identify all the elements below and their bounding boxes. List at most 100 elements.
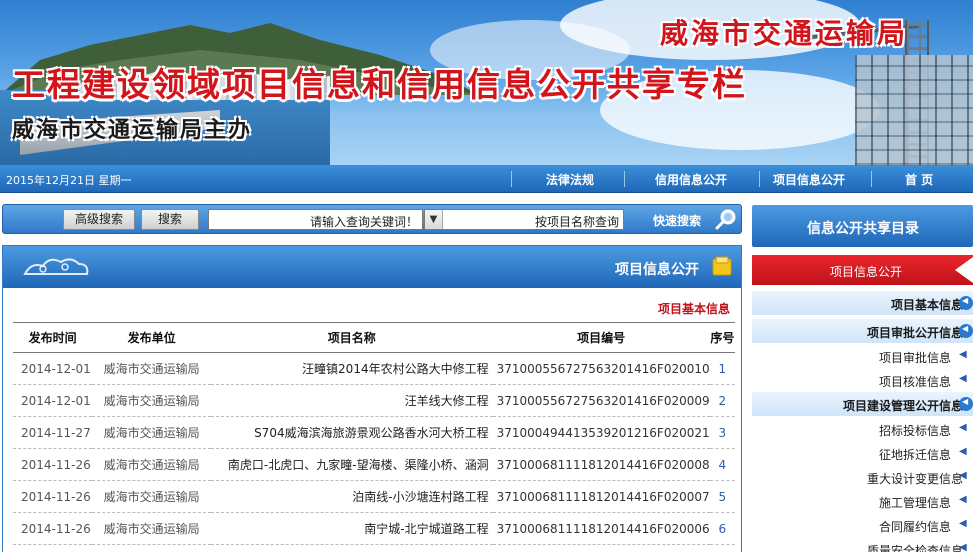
- search-button[interactable]: 搜索: [141, 209, 199, 230]
- triangle-left-icon: ◀: [959, 518, 967, 529]
- agency-name: 威海市交通运输局: [660, 17, 909, 50]
- sidebar-active-item[interactable]: 项目信息公开: [752, 255, 973, 285]
- sidebar-item-design-change[interactable]: 重大设计变更信息 ◀: [752, 465, 973, 489]
- building-illustration: [855, 55, 973, 165]
- quick-search-label: 快速搜索: [653, 214, 702, 228]
- cell-index: 4: [709, 448, 735, 481]
- cell-project-code: 371000494413539201216F020021: [492, 416, 710, 449]
- sidebar-item-contract[interactable]: 合同履约信息 ◀: [752, 513, 973, 537]
- cell-date: 2014-12-01: [13, 352, 93, 385]
- table-row[interactable]: 2014-11-27 威海市交通运输局 S704威海滨海旅游景观公路香水河大桥工程 3…: [13, 416, 735, 449]
- cell-project-code: 371000556727563201416F020010: [492, 352, 710, 385]
- triangle-left-icon: ◀: [959, 349, 967, 360]
- sidebar-category-approval[interactable]: 项目审批公开信息: [752, 319, 973, 343]
- triangle-left-icon: ◀: [959, 494, 967, 505]
- arrow-circle-icon: [959, 296, 973, 310]
- sidebar-category-construction[interactable]: 项目建设管理公开信息: [752, 392, 973, 416]
- cell-unit: 威海市交通运输局: [92, 512, 211, 545]
- table-row[interactable]: 2014-11-26 威海市交通运输局 南宁城-北宁城道路工程 37100068111…: [13, 512, 735, 545]
- sidebar-item-construction-mgmt[interactable]: 施工管理信息 ◀: [752, 489, 973, 513]
- project-table: 发布时间 发布单位 项目名称 项目编号 序号 2014-12-01 威海市交通运输…: [13, 322, 735, 545]
- cell-index: 1: [709, 352, 735, 385]
- nav-divider: [871, 171, 872, 187]
- folder-icon: [712, 256, 732, 276]
- cell-project-name-link[interactable]: S704威海滨海旅游景观公路香水河大桥工程: [210, 416, 493, 449]
- magnifier-icon: [715, 209, 736, 230]
- cell-project-code: 371000556727563201416F020009: [492, 384, 710, 417]
- sidebar-item-label: 项目核准信息: [879, 375, 952, 389]
- cell-index: 6: [709, 512, 735, 545]
- sidebar-category-label: 项目审批公开信息: [866, 326, 963, 340]
- nav-divider: [624, 171, 625, 187]
- cell-project-name-link[interactable]: 南宁城-北宁城道路工程: [210, 512, 493, 545]
- sidebar-item-bidding[interactable]: 招标投标信息 ◀: [752, 417, 973, 441]
- col-header-index: 序号: [709, 322, 735, 353]
- table-row[interactable]: 2014-11-26 威海市交通运输局 南虎口-北虎口、九家疃-望海楼、渠隆小桥、涵…: [13, 448, 735, 481]
- search-input[interactable]: 请输入查询关键词！: [208, 209, 423, 230]
- sidebar-item-approval-info[interactable]: 项目审批信息 ◀: [752, 344, 973, 368]
- nav-home[interactable]: 首 页: [905, 171, 933, 188]
- sidebar-category-basic[interactable]: 项目基本信息: [752, 291, 973, 315]
- cell-unit: 威海市交通运输局: [92, 448, 211, 481]
- search-bar: 高级搜索 搜索 请输入查询关键词！ ▼ 按项目名称查询 快速搜索: [2, 204, 742, 234]
- section-heading: 项目基本信息: [658, 302, 731, 316]
- triangle-left-icon: ◀: [959, 373, 967, 384]
- sidebar-item-quality[interactable]: 质量安全检查信息 ◀: [752, 537, 973, 552]
- sidebar-item-label: 质量安全检查信息: [867, 544, 964, 552]
- col-header-name: 项目名称: [210, 322, 493, 353]
- sidebar-active-label: 项目信息公开: [830, 265, 903, 279]
- col-header-unit: 发布单位: [92, 322, 211, 353]
- triangle-left-icon: ◀: [959, 422, 967, 433]
- sidebar-item-verification-info[interactable]: 项目核准信息 ◀: [752, 368, 973, 392]
- cell-project-name-link[interactable]: 汪疃镇2014年农村公路大中修工程: [210, 352, 493, 385]
- site-host: 威海市交通运输局主办: [12, 117, 253, 143]
- cell-project-name-link[interactable]: 南虎口-北虎口、九家疃-望海楼、渠隆小桥、涵洞: [210, 448, 493, 481]
- table-row[interactable]: 2014-11-26 威海市交通运输局 泊南线-小沙塘连村路工程 3710006811…: [13, 480, 735, 513]
- cell-project-code: 371000681111812014416F020007: [492, 480, 710, 513]
- triangle-left-icon: ◀: [959, 446, 967, 457]
- search-type-select[interactable]: ▼ 按项目名称查询: [424, 209, 624, 230]
- nav-credit-info[interactable]: 信用信息公开: [655, 171, 727, 188]
- cell-date: 2014-11-27: [13, 416, 93, 449]
- col-header-date: 发布时间: [13, 322, 93, 353]
- triangle-left-icon: ◀: [959, 542, 967, 552]
- sidebar-title: 信息公开共享目录: [807, 221, 919, 237]
- sidebar-category-label: 项目基本信息: [890, 298, 963, 312]
- project-info-panel: 项目信息公开 项目基本信息 发布时间 发布单位 项目名称 项目编号 序号 201…: [2, 245, 742, 552]
- site-banner: 威海市交通运输局 工程建设领域项目信息和信用信息公开共享专栏 威海市交通运输局主…: [0, 0, 973, 165]
- cell-unit: 威海市交通运输局: [92, 480, 211, 513]
- panel-title: 项目信息公开: [615, 262, 699, 278]
- sidebar-item-label: 合同履约信息: [879, 520, 952, 534]
- advanced-search-button[interactable]: 高级搜索: [63, 209, 135, 230]
- cell-unit: 威海市交通运输局: [92, 416, 211, 449]
- chevron-down-icon[interactable]: ▼: [425, 210, 443, 229]
- col-header-code: 项目编号: [492, 322, 710, 353]
- cell-project-name-link[interactable]: 泊南线-小沙塘连村路工程: [210, 480, 493, 513]
- cell-unit: 威海市交通运输局: [92, 352, 211, 385]
- sidebar-item-label: 施工管理信息: [879, 496, 952, 510]
- current-date: 2015年12月21日 星期一: [6, 174, 132, 187]
- sidebar-item-label: 项目审批信息: [879, 351, 952, 365]
- table-row[interactable]: 2014-12-01 威海市交通运输局 汪疃镇2014年农村公路大中修工程 37100…: [13, 352, 735, 385]
- sidebar-header: 信息公开共享目录: [752, 205, 973, 247]
- cell-project-code: 371000681111812014416F020006: [492, 512, 710, 545]
- cloud-ornament-icon: [23, 258, 89, 275]
- panel-header: 项目信息公开: [3, 246, 741, 288]
- cell-index: 2: [709, 384, 735, 417]
- active-pointer-icon: [955, 257, 973, 283]
- sidebar-item-label: 重大设计变更信息: [867, 472, 964, 486]
- nav-project-info[interactable]: 项目信息公开: [773, 171, 845, 188]
- arrow-circle-icon: [959, 324, 973, 338]
- cell-index: 3: [709, 416, 735, 449]
- cell-index: 5: [709, 480, 735, 513]
- sidebar-item-land-acquisition[interactable]: 征地拆迁信息 ◀: [752, 441, 973, 465]
- nav-divider: [511, 171, 512, 187]
- sidebar-item-label: 征地拆迁信息: [879, 448, 952, 462]
- sidebar-item-label: 招标投标信息: [879, 424, 952, 438]
- nav-divider: [759, 171, 760, 187]
- nav-law[interactable]: 法律法规: [546, 171, 594, 188]
- cell-date: 2014-12-01: [13, 384, 93, 417]
- cell-project-name-link[interactable]: 汪羊线大修工程: [210, 384, 493, 417]
- table-row[interactable]: 2014-12-01 威海市交通运输局 汪羊线大修工程 371000556727563…: [13, 384, 735, 417]
- cell-date: 2014-11-26: [13, 480, 93, 513]
